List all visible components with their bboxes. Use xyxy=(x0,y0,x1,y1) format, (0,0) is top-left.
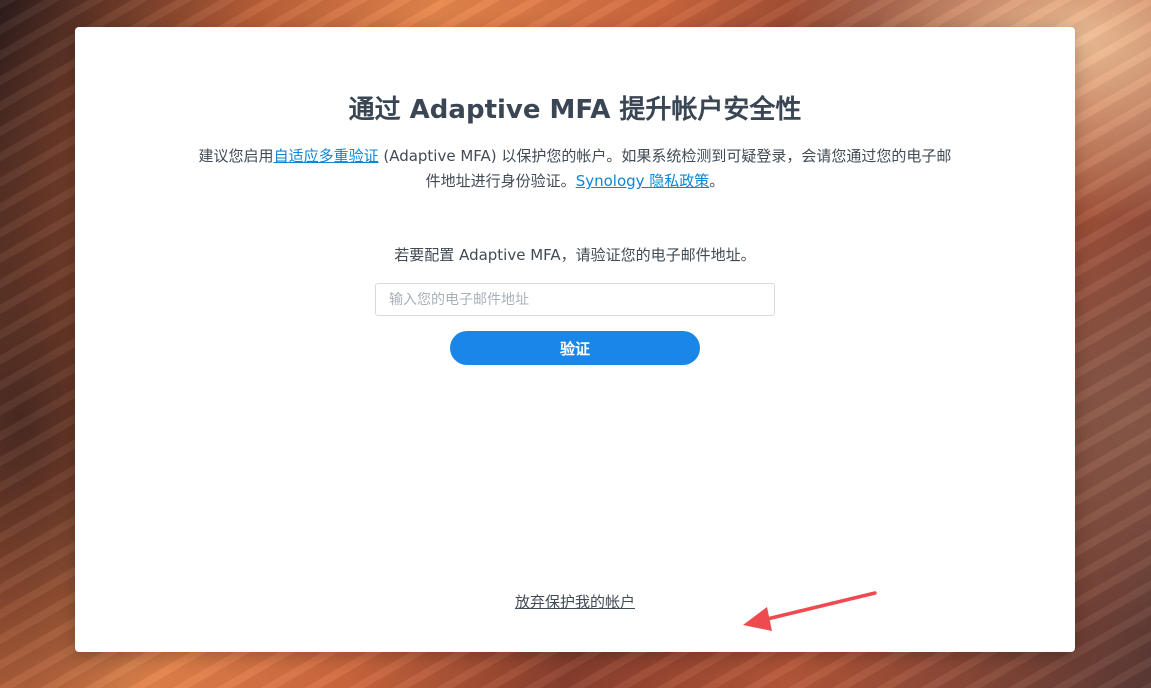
page-title: 通过 Adaptive MFA 提升帐户安全性 xyxy=(348,95,802,125)
description: 建议您启用自适应多重验证 (Adaptive MFA) 以保护您的帐户。如果系统… xyxy=(195,144,955,194)
annotation-arrow-icon xyxy=(743,591,877,631)
abandon-protection-link[interactable]: 放弃保护我的帐户 xyxy=(515,593,635,611)
adaptive-mfa-link[interactable]: 自适应多重验证 xyxy=(274,147,379,165)
abandon-protection: 放弃保护我的帐户 xyxy=(75,591,1075,612)
privacy-policy-link[interactable]: Synology 隐私政策 xyxy=(576,172,710,190)
mfa-setup-dialog: 通过 Adaptive MFA 提升帐户安全性 建议您启用自适应多重验证 (Ad… xyxy=(75,27,1075,652)
email-input[interactable] xyxy=(375,283,775,316)
description-suffix: 。 xyxy=(709,172,725,190)
verify-prompt: 若要配置 Adaptive MFA，请验证您的电子邮件地址。 xyxy=(394,246,756,264)
verify-button[interactable]: 验证 xyxy=(450,331,700,365)
description-prefix: 建议您启用 xyxy=(198,147,274,165)
